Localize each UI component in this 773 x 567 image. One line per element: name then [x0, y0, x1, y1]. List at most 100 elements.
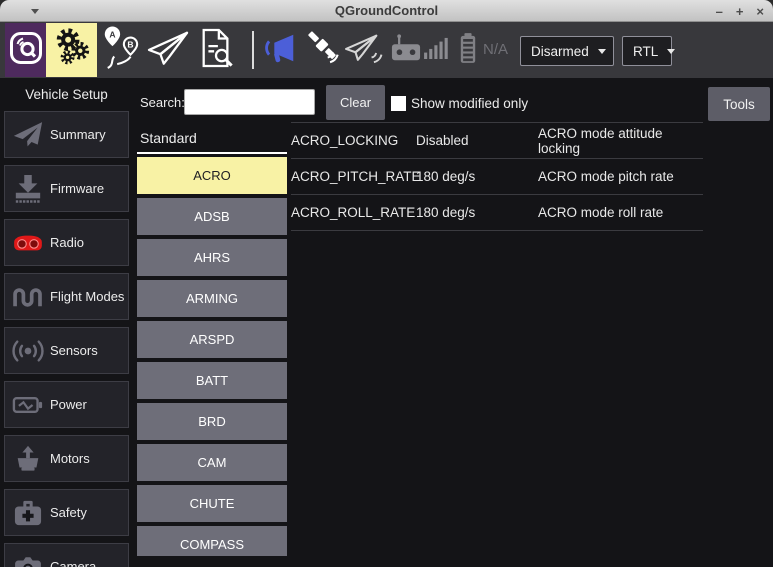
waveform-icon	[10, 285, 46, 309]
arm-state-label: Disarmed	[531, 44, 589, 59]
chevron-down-icon	[598, 49, 606, 54]
parameter-group-list: ACRO ADSB AHRS ARMING ARSPD BATT BRD CAM…	[137, 157, 287, 556]
battery-icon	[459, 32, 477, 69]
motor-icon	[10, 444, 46, 474]
parameter-value: 180 deg/s	[416, 169, 538, 184]
parameter-name: ACRO_PITCH_RATE	[291, 169, 416, 184]
minimize-button[interactable]: –	[716, 4, 723, 19]
plan-button[interactable]: A B	[100, 23, 142, 77]
sidebar-item[interactable]: Power	[4, 381, 129, 428]
analyze-button[interactable]	[195, 23, 237, 77]
sidebar-item[interactable]: Flight Modes	[4, 273, 129, 320]
gears-icon	[52, 27, 92, 74]
battery-status-button[interactable]	[457, 23, 479, 77]
plan-route-icon: A B	[102, 25, 140, 76]
toolbar-separator	[252, 31, 254, 69]
search-label: Search:	[140, 95, 185, 110]
vehicle-messages-button[interactable]	[259, 23, 301, 77]
signal-bars-icon	[424, 37, 448, 64]
battery-power-icon	[10, 395, 46, 415]
sensors-waves-icon	[10, 337, 46, 365]
parameter-group-button[interactable]: ADSB	[137, 198, 287, 235]
search-input[interactable]	[184, 89, 315, 115]
show-modified-checkbox[interactable]	[391, 96, 406, 111]
flight-mode-dropdown[interactable]: RTL	[622, 36, 672, 66]
parameter-group-button[interactable]: ARSPD	[137, 321, 287, 358]
rc-rssi-button[interactable]	[389, 23, 423, 77]
sidebar-item[interactable]: Firmware	[4, 165, 129, 212]
vehicle-setup-button[interactable]	[46, 23, 97, 77]
sidebar-item-label: Camera	[50, 559, 96, 567]
paper-plane-icon	[10, 121, 46, 148]
parameter-description: ACRO mode roll rate	[538, 205, 703, 220]
parameter-name: ACRO_LOCKING	[291, 133, 416, 148]
battery-status-text: N/A	[483, 22, 508, 78]
parameter-value: Disabled	[416, 133, 538, 148]
arm-state-dropdown[interactable]: Disarmed	[520, 36, 614, 66]
parameter-row[interactable]: ACRO_ROLL_RATE 180 deg/s ACRO mode roll …	[291, 195, 703, 231]
camera-icon	[10, 555, 46, 567]
analyze-doc-icon	[198, 27, 234, 74]
sidebar-item-label: Firmware	[50, 181, 104, 196]
telemetry-plane-icon	[344, 31, 384, 70]
maximize-button[interactable]: +	[736, 4, 744, 19]
parameter-name: ACRO_ROLL_RATE	[291, 205, 416, 220]
sidebar-item[interactable]: Safety	[4, 489, 129, 536]
sidebar-item[interactable]: Summary	[4, 111, 129, 158]
parameter-group-button[interactable]: AHRS	[137, 239, 287, 276]
parameter-description: ACRO mode attitude locking	[538, 126, 703, 156]
clear-button[interactable]: Clear	[326, 85, 385, 120]
sidebar-item[interactable]: Motors	[4, 435, 129, 482]
megaphone-icon	[262, 30, 298, 71]
parameter-value: 180 deg/s	[416, 205, 538, 220]
fly-button[interactable]	[144, 23, 192, 77]
parameter-group-button[interactable]: ARMING	[137, 280, 287, 317]
toolbar: A B	[0, 22, 773, 78]
qgroundcontrol-window: QGroundControl – + ×	[0, 0, 773, 567]
safety-case-icon	[10, 499, 46, 527]
radio-red-icon	[10, 231, 46, 255]
parameter-description: ACRO mode pitch rate	[538, 169, 703, 184]
sidebar-item-label: Power	[50, 397, 87, 412]
sidebar-item-label: Summary	[50, 127, 106, 142]
svg-text:A: A	[109, 29, 115, 39]
parameter-row[interactable]: ACRO_LOCKING Disabled ACRO mode attitude…	[291, 123, 703, 159]
parameter-group-button[interactable]: CHUTE	[137, 485, 287, 522]
close-button[interactable]: ×	[756, 4, 764, 19]
parameter-group-button[interactable]: BATT	[137, 362, 287, 399]
sidebar-item[interactable]: Radio	[4, 219, 129, 266]
qgc-logo-icon	[9, 31, 43, 70]
sidebar-item-label: Motors	[50, 451, 90, 466]
rc-signal-strength	[423, 23, 449, 77]
flight-mode-label: RTL	[633, 44, 658, 59]
sidebar-header: Vehicle Setup	[0, 78, 133, 112]
parameter-group-button[interactable]: BRD	[137, 403, 287, 440]
vehicle-setup-page: Vehicle Setup Summary Firmware Radio	[0, 78, 773, 567]
gps-status-button[interactable]	[302, 23, 342, 77]
firmware-download-icon	[10, 174, 46, 204]
show-modified-label: Show modified only	[411, 96, 528, 111]
parameter-group-button[interactable]: ACRO	[137, 157, 287, 194]
parameter-row[interactable]: ACRO_PITCH_RATE 180 deg/s ACRO mode pitc…	[291, 159, 703, 195]
group-category-header: Standard	[137, 130, 287, 154]
sidebar-item-label: Flight Modes	[50, 289, 124, 304]
rc-controller-icon	[390, 33, 422, 68]
sidebar-item[interactable]: Sensors	[4, 327, 129, 374]
satellite-icon	[303, 29, 341, 72]
chevron-down-icon	[667, 49, 675, 54]
setup-sidebar: Summary Firmware Radio Flight Modes	[4, 111, 129, 567]
fly-plane-icon	[146, 29, 190, 72]
qgc-home-button[interactable]	[5, 23, 46, 77]
window-title: QGroundControl	[0, 0, 773, 22]
sidebar-item-label: Sensors	[50, 343, 98, 358]
svg-text:B: B	[127, 39, 133, 49]
sidebar-item-label: Radio	[50, 235, 84, 250]
sidebar-item-label: Safety	[50, 505, 87, 520]
parameter-table: ACRO_LOCKING Disabled ACRO mode attitude…	[291, 122, 703, 231]
parameter-group-button[interactable]: COMPASS	[137, 526, 287, 556]
titlebar: QGroundControl – + ×	[0, 0, 773, 22]
telemetry-rssi-button[interactable]	[343, 23, 385, 77]
parameter-group-button[interactable]: CAM	[137, 444, 287, 481]
sidebar-item[interactable]: Camera	[4, 543, 129, 567]
tools-button[interactable]: Tools	[708, 87, 770, 121]
